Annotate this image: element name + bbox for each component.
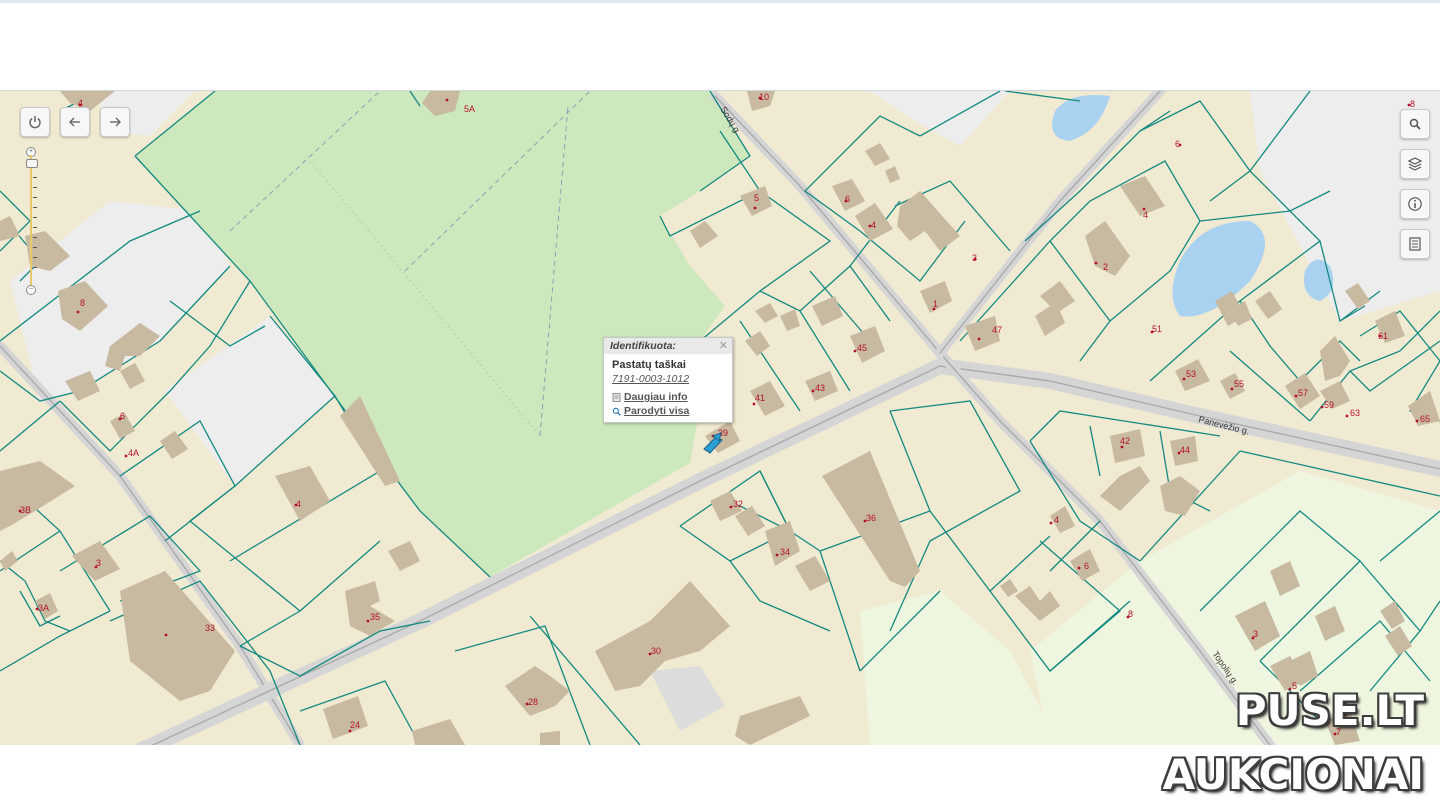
popup-header: Identifikuota: ✕ (604, 338, 732, 354)
svg-text:4: 4 (871, 220, 876, 230)
svg-text:42: 42 (1120, 436, 1130, 446)
identify-popup: Identifikuota: ✕ Pastatų taškai 7191-000… (603, 337, 733, 423)
zoom-tick (33, 227, 37, 228)
svg-text:33: 33 (205, 623, 215, 633)
power-button[interactable] (20, 107, 50, 137)
svg-text:32: 32 (733, 499, 743, 509)
svg-text:30: 30 (651, 646, 661, 656)
zoom-tick (33, 217, 37, 218)
svg-text:43: 43 (815, 383, 825, 393)
document-icon (612, 392, 621, 402)
svg-text:59: 59 (1324, 400, 1334, 410)
svg-text:6: 6 (1175, 139, 1180, 149)
zoom-tick (33, 207, 37, 208)
zoom-slider[interactable]: + − (26, 147, 38, 295)
zoom-tick (33, 247, 37, 248)
power-icon (29, 116, 41, 129)
top-border (0, 0, 1440, 3)
svg-text:3: 3 (1253, 629, 1258, 639)
map-view[interactable]: 5A 4 10 8 5 6 4 3 6 4 2 51 47 1 45 43 41… (0, 90, 1440, 745)
zoom-out-icon[interactable]: − (26, 285, 36, 295)
svg-text:4: 4 (1143, 210, 1148, 220)
svg-text:4: 4 (296, 499, 301, 509)
show-all-label: Parodyti visa (624, 405, 690, 417)
popup-title: Identifikuota: (610, 340, 676, 352)
svg-text:45: 45 (857, 343, 867, 353)
svg-text:8: 8 (1128, 609, 1133, 619)
svg-text:6: 6 (120, 411, 125, 421)
zoom-tick (33, 177, 37, 178)
popup-layer-name: Pastatų taškai (612, 359, 686, 371)
svg-text:3: 3 (972, 253, 977, 263)
svg-text:5A: 5A (464, 104, 475, 114)
zoom-handle[interactable] (26, 159, 38, 168)
close-icon[interactable]: ✕ (719, 339, 728, 352)
zoom-tick (33, 257, 37, 258)
svg-text:4: 4 (1054, 515, 1059, 525)
svg-text:6: 6 (1084, 561, 1089, 571)
svg-text:3B: 3B (20, 505, 31, 515)
svg-text:3: 3 (96, 558, 101, 568)
svg-text:4A: 4A (128, 448, 139, 458)
svg-text:2: 2 (1103, 262, 1108, 272)
svg-text:10: 10 (759, 92, 769, 102)
svg-text:8: 8 (1410, 99, 1415, 109)
zoom-track[interactable] (30, 155, 32, 285)
svg-text:35: 35 (370, 612, 380, 622)
svg-text:53: 53 (1186, 369, 1196, 379)
back-button[interactable] (60, 107, 90, 137)
arrow-right-icon (110, 117, 121, 127)
info-icon (1408, 197, 1422, 211)
forward-button[interactable] (100, 107, 130, 137)
more-info-link[interactable]: Daugiau info (612, 391, 724, 403)
info-button[interactable] (1400, 189, 1430, 219)
svg-text:1: 1 (933, 299, 938, 309)
svg-text:57: 57 (1298, 388, 1308, 398)
zoom-tick (33, 237, 37, 238)
svg-text:24: 24 (350, 720, 360, 730)
magnifier-icon (612, 407, 621, 416)
show-all-link[interactable]: Parodyti visa (612, 405, 724, 417)
svg-text:6: 6 (845, 194, 850, 204)
zoom-tick (33, 267, 37, 268)
svg-text:41: 41 (755, 393, 765, 403)
layers-button[interactable] (1400, 149, 1430, 179)
watermark-line-1: PUSE.LT (1235, 686, 1424, 735)
svg-text:63: 63 (1350, 408, 1360, 418)
layers-icon (1407, 157, 1423, 171)
svg-text:5: 5 (754, 193, 759, 203)
zoom-tick (33, 187, 37, 188)
svg-text:65: 65 (1420, 414, 1430, 424)
svg-text:28: 28 (528, 697, 538, 707)
legend-icon (1409, 237, 1421, 251)
svg-text:3A: 3A (38, 603, 49, 613)
svg-text:8: 8 (80, 298, 85, 308)
popup-object-id-link[interactable]: 7191-0003-1012 (612, 373, 724, 385)
zoom-tick (33, 197, 37, 198)
svg-text:55: 55 (1234, 379, 1244, 389)
svg-text:51: 51 (1152, 324, 1162, 334)
watermark-line-2: AUKCIONAI (1162, 750, 1424, 799)
more-info-label: Daugiau info (624, 391, 688, 403)
legend-button[interactable] (1400, 229, 1430, 259)
svg-text:47: 47 (992, 325, 1002, 335)
svg-text:44: 44 (1180, 445, 1190, 455)
svg-text:36: 36 (866, 513, 876, 523)
search-icon (1409, 118, 1421, 130)
svg-text:34: 34 (780, 547, 790, 557)
search-button[interactable] (1400, 109, 1430, 139)
svg-text:61: 61 (1378, 331, 1388, 341)
arrow-left-icon (69, 117, 80, 127)
